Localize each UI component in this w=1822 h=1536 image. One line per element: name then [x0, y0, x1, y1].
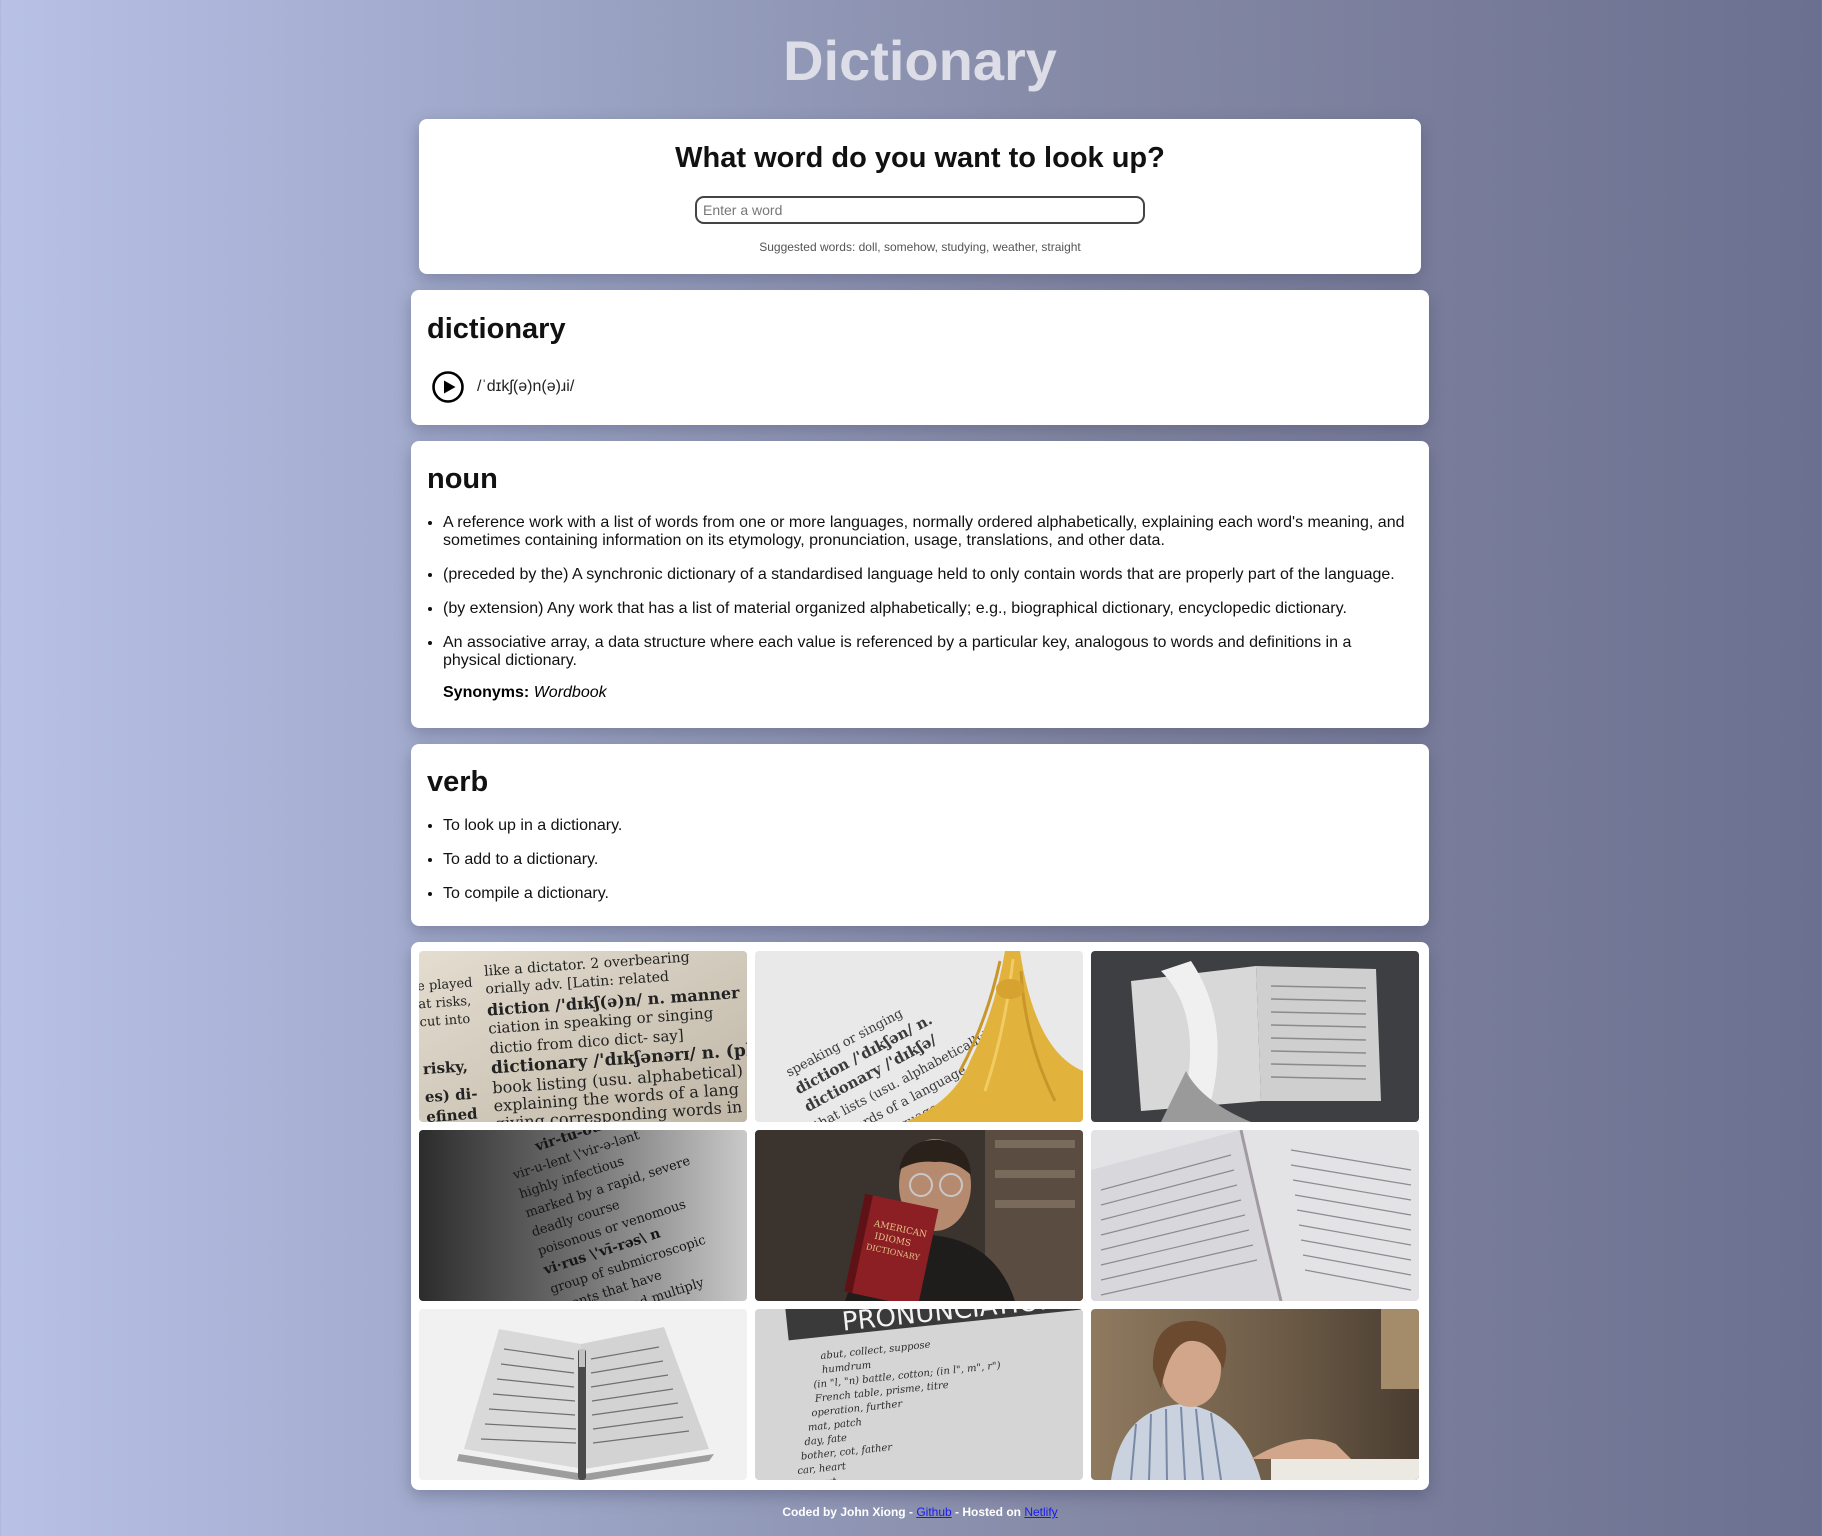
definition-item: To look up in a dictionary.	[443, 817, 1413, 835]
noun-card: noun A reference work with a list of wor…	[411, 441, 1429, 728]
search-card: What word do you want to look up? Sugges…	[419, 119, 1421, 274]
netlify-link[interactable]: Netlify	[1024, 1505, 1057, 1519]
synonyms-label: Synonyms:	[443, 684, 530, 701]
play-circle-icon[interactable]	[431, 370, 465, 404]
synonyms-value: Wordbook	[533, 684, 607, 701]
suggested-words: Suggested words: doll, somehow, studying…	[759, 240, 1081, 254]
verb-definitions: To look up in a dictionary. To add to a …	[427, 817, 1413, 903]
definition-item: (preceded by the) A synchronic dictionar…	[443, 566, 1413, 584]
noun-definitions: A reference work with a list of words fr…	[427, 514, 1413, 670]
svg-text:risky,: risky,	[422, 1057, 468, 1078]
synonyms: Synonyms: Wordbook	[443, 684, 1413, 702]
gallery-image[interactable]	[1091, 1309, 1419, 1480]
part-of-speech-noun: noun	[427, 463, 498, 495]
phonetic-row: /ˈdɪkʃ(ə)n(ə)ɹi/	[427, 370, 1413, 404]
part-of-speech-verb: verb	[427, 766, 489, 798]
footer: Coded by John Xiong - Github - Hosted on…	[0, 1505, 1822, 1519]
search-heading: What word do you want to look up?	[675, 142, 1165, 174]
app-title: Dictionary	[783, 29, 1057, 92]
word-title: dictionary	[427, 313, 566, 345]
gallery-image[interactable]	[1091, 951, 1419, 1122]
verb-card: verb To look up in a dictionary. To add …	[411, 744, 1429, 926]
definition-item: An associative array, a data structure w…	[443, 634, 1413, 670]
definition-item: To add to a dictionary.	[443, 851, 1413, 869]
word-card: dictionary /ˈdɪkʃ(ə)n(ə)ɹi/	[411, 290, 1429, 425]
footer-credit: Coded by John Xiong -	[782, 1505, 917, 1519]
search-input[interactable]	[695, 196, 1145, 224]
svg-text:efined: efined	[426, 1105, 479, 1122]
definition-item: A reference work with a list of words fr…	[443, 514, 1413, 550]
gallery-image[interactable]: speaking or singing diction /'dɪkʃən/ n.…	[755, 951, 1083, 1122]
definition-item: To compile a dictionary.	[443, 885, 1413, 903]
svg-text:es) di-: es) di-	[424, 1085, 478, 1107]
gallery-image[interactable]	[1091, 1130, 1419, 1301]
image-gallery: like a dictator. 2 overbearing orially a…	[411, 942, 1429, 1490]
github-link[interactable]: Github	[916, 1505, 951, 1519]
definition-item: (by extension) Any work that has a list …	[443, 600, 1413, 618]
gallery-image[interactable]: like a dictator. 2 overbearing orially a…	[419, 951, 747, 1122]
footer-hosted: - Hosted on	[951, 1505, 1025, 1519]
phonetic-text: /ˈdɪkʃ(ə)n(ə)ɹi/	[477, 378, 575, 395]
gallery-image[interactable]: vir-tu-ous-ly vir-u-lent \'vir-ə-lənt hi…	[419, 1130, 747, 1301]
gallery-image[interactable]	[419, 1309, 747, 1480]
gallery-image[interactable]: PRONUNCIATION abut, collect, suppose hum…	[755, 1309, 1083, 1480]
gallery-image[interactable]: AMERICAN IDIOMS DICTIONARY	[755, 1130, 1083, 1301]
